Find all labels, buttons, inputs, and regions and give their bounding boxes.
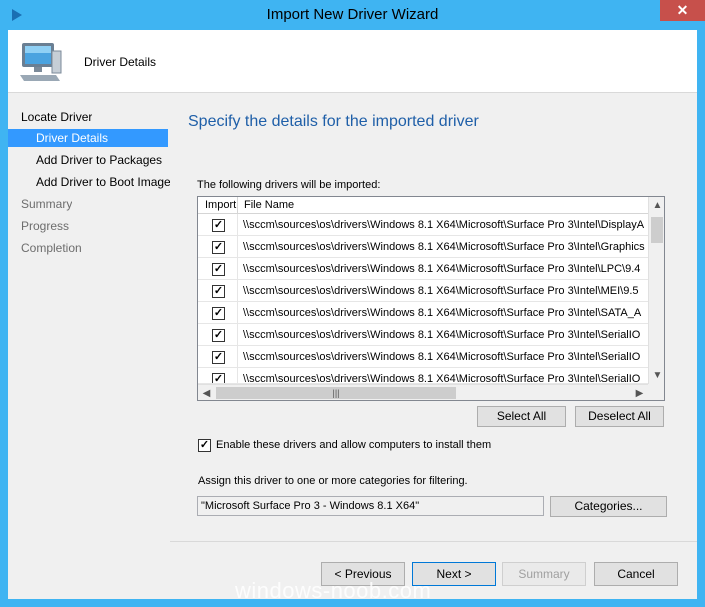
driver-list-caption: The following drivers will be imported:: [197, 179, 381, 191]
categories-button[interactable]: Categories...: [550, 496, 667, 517]
table-row[interactable]: ✓ \\sccm\sources\os\drivers\Windows 8.1 …: [198, 346, 648, 368]
enable-drivers-label[interactable]: Enable these drivers and allow computers…: [216, 439, 491, 452]
select-all-button[interactable]: Select All: [477, 406, 566, 427]
footer-divider: [170, 541, 697, 542]
driver-path: \\sccm\sources\os\drivers\Windows 8.1 X6…: [243, 351, 641, 363]
table-row[interactable]: ✓ \\sccm\sources\os\drivers\Windows 8.1 …: [198, 214, 648, 236]
driver-path: \\sccm\sources\os\drivers\Windows 8.1 X6…: [243, 241, 645, 253]
step-completion: Completion: [21, 241, 82, 255]
table-row[interactable]: ✓ \\sccm\sources\os\drivers\Windows 8.1 …: [198, 236, 648, 258]
cancel-button[interactable]: Cancel: [594, 562, 678, 586]
table-row[interactable]: ✓ \\sccm\sources\os\drivers\Windows 8.1 …: [198, 302, 648, 324]
assign-category-caption: Assign this driver to one or more catego…: [198, 475, 468, 487]
content-heading: Specify the details for the imported dri…: [188, 113, 479, 130]
step-summary: Summary: [21, 197, 73, 211]
driver-path: \\sccm\sources\os\drivers\Windows 8.1 X6…: [243, 263, 641, 275]
computer-monitor-icon: [20, 43, 62, 81]
window-title: Import New Driver Wizard: [266, 6, 439, 23]
step-driver-details: Driver Details: [8, 129, 168, 147]
enable-drivers-checkbox[interactable]: ✓: [198, 439, 211, 452]
wizard-window: Import New Driver Wizard ✕ Driver Detail…: [0, 0, 705, 607]
page-title: Driver Details: [84, 55, 157, 69]
wizard-steps: Locate Driver Driver Details Add Driver …: [8, 94, 171, 599]
import-checkbox[interactable]: ✓: [212, 219, 225, 232]
driver-list-header: Import File Name: [198, 197, 648, 214]
driver-path: \\sccm\sources\os\drivers\Windows 8.1 X6…: [243, 219, 645, 231]
vertical-scroll-thumb[interactable]: [651, 217, 663, 243]
table-row[interactable]: ✓ \\sccm\sources\os\drivers\Windows 8.1 …: [198, 324, 648, 346]
close-button[interactable]: ✕: [660, 0, 705, 21]
scroll-down-icon[interactable]: ▼: [649, 367, 664, 384]
driver-path: \\sccm\sources\os\drivers\Windows 8.1 X6…: [243, 329, 641, 341]
scroll-right-icon[interactable]: ▶: [631, 385, 648, 400]
table-row[interactable]: ✓ \\sccm\sources\os\drivers\Windows 8.1 …: [198, 280, 648, 302]
horizontal-scroll-thumb[interactable]: |||: [216, 387, 456, 399]
scroll-left-icon[interactable]: ◀: [198, 385, 215, 400]
vertical-scrollbar[interactable]: ▲ ▼: [648, 197, 664, 384]
scrollbar-corner: [648, 384, 664, 400]
step-locate-driver: Locate Driver: [21, 110, 93, 124]
column-file-name[interactable]: File Name: [239, 197, 294, 214]
title-bar[interactable]: Import New Driver Wizard ✕: [0, 0, 705, 30]
watermark: windows-noob.com: [235, 578, 432, 603]
driver-path: \\sccm\sources\os\drivers\Windows 8.1 X6…: [243, 307, 642, 319]
import-checkbox[interactable]: ✓: [212, 263, 225, 276]
column-import[interactable]: Import: [198, 197, 238, 214]
import-checkbox[interactable]: ✓: [212, 241, 225, 254]
table-row[interactable]: ✓ \\sccm\sources\os\drivers\Windows 8.1 …: [198, 258, 648, 280]
driver-path: \\sccm\sources\os\drivers\Windows 8.1 X6…: [243, 285, 639, 297]
table-row[interactable]: ✓ \\sccm\sources\os\drivers\Windows 8.1 …: [198, 368, 648, 384]
step-progress: Progress: [21, 219, 70, 233]
import-checkbox[interactable]: ✓: [212, 307, 225, 320]
category-field: "Microsoft Surface Pro 3 - Windows 8.1 X…: [197, 496, 544, 516]
horizontal-scrollbar[interactable]: ◀ ||| ▶: [198, 384, 648, 400]
import-checkbox[interactable]: ✓: [212, 285, 225, 298]
wizard-header: Driver Details: [8, 30, 697, 93]
wizard-content: Specify the details for the imported dri…: [170, 94, 697, 534]
step-add-driver-to-packages: Add Driver to Packages: [36, 153, 163, 167]
import-checkbox[interactable]: ✓: [212, 373, 225, 383]
summary-button[interactable]: Summary: [502, 562, 586, 586]
import-checkbox[interactable]: ✓: [212, 329, 225, 342]
driver-list[interactable]: Import File Name ✓ \\sccm\sources\os\dri…: [197, 196, 665, 401]
step-add-driver-to-boot-image: Add Driver to Boot Image: [36, 175, 171, 189]
wizard-body: Driver Details Locate Driver Driver Deta…: [8, 30, 697, 599]
scroll-up-icon[interactable]: ▲: [649, 197, 664, 214]
import-checkbox[interactable]: ✓: [212, 351, 225, 364]
driver-path: \\sccm\sources\os\drivers\Windows 8.1 X6…: [243, 373, 641, 384]
deselect-all-button[interactable]: Deselect All: [575, 406, 664, 427]
